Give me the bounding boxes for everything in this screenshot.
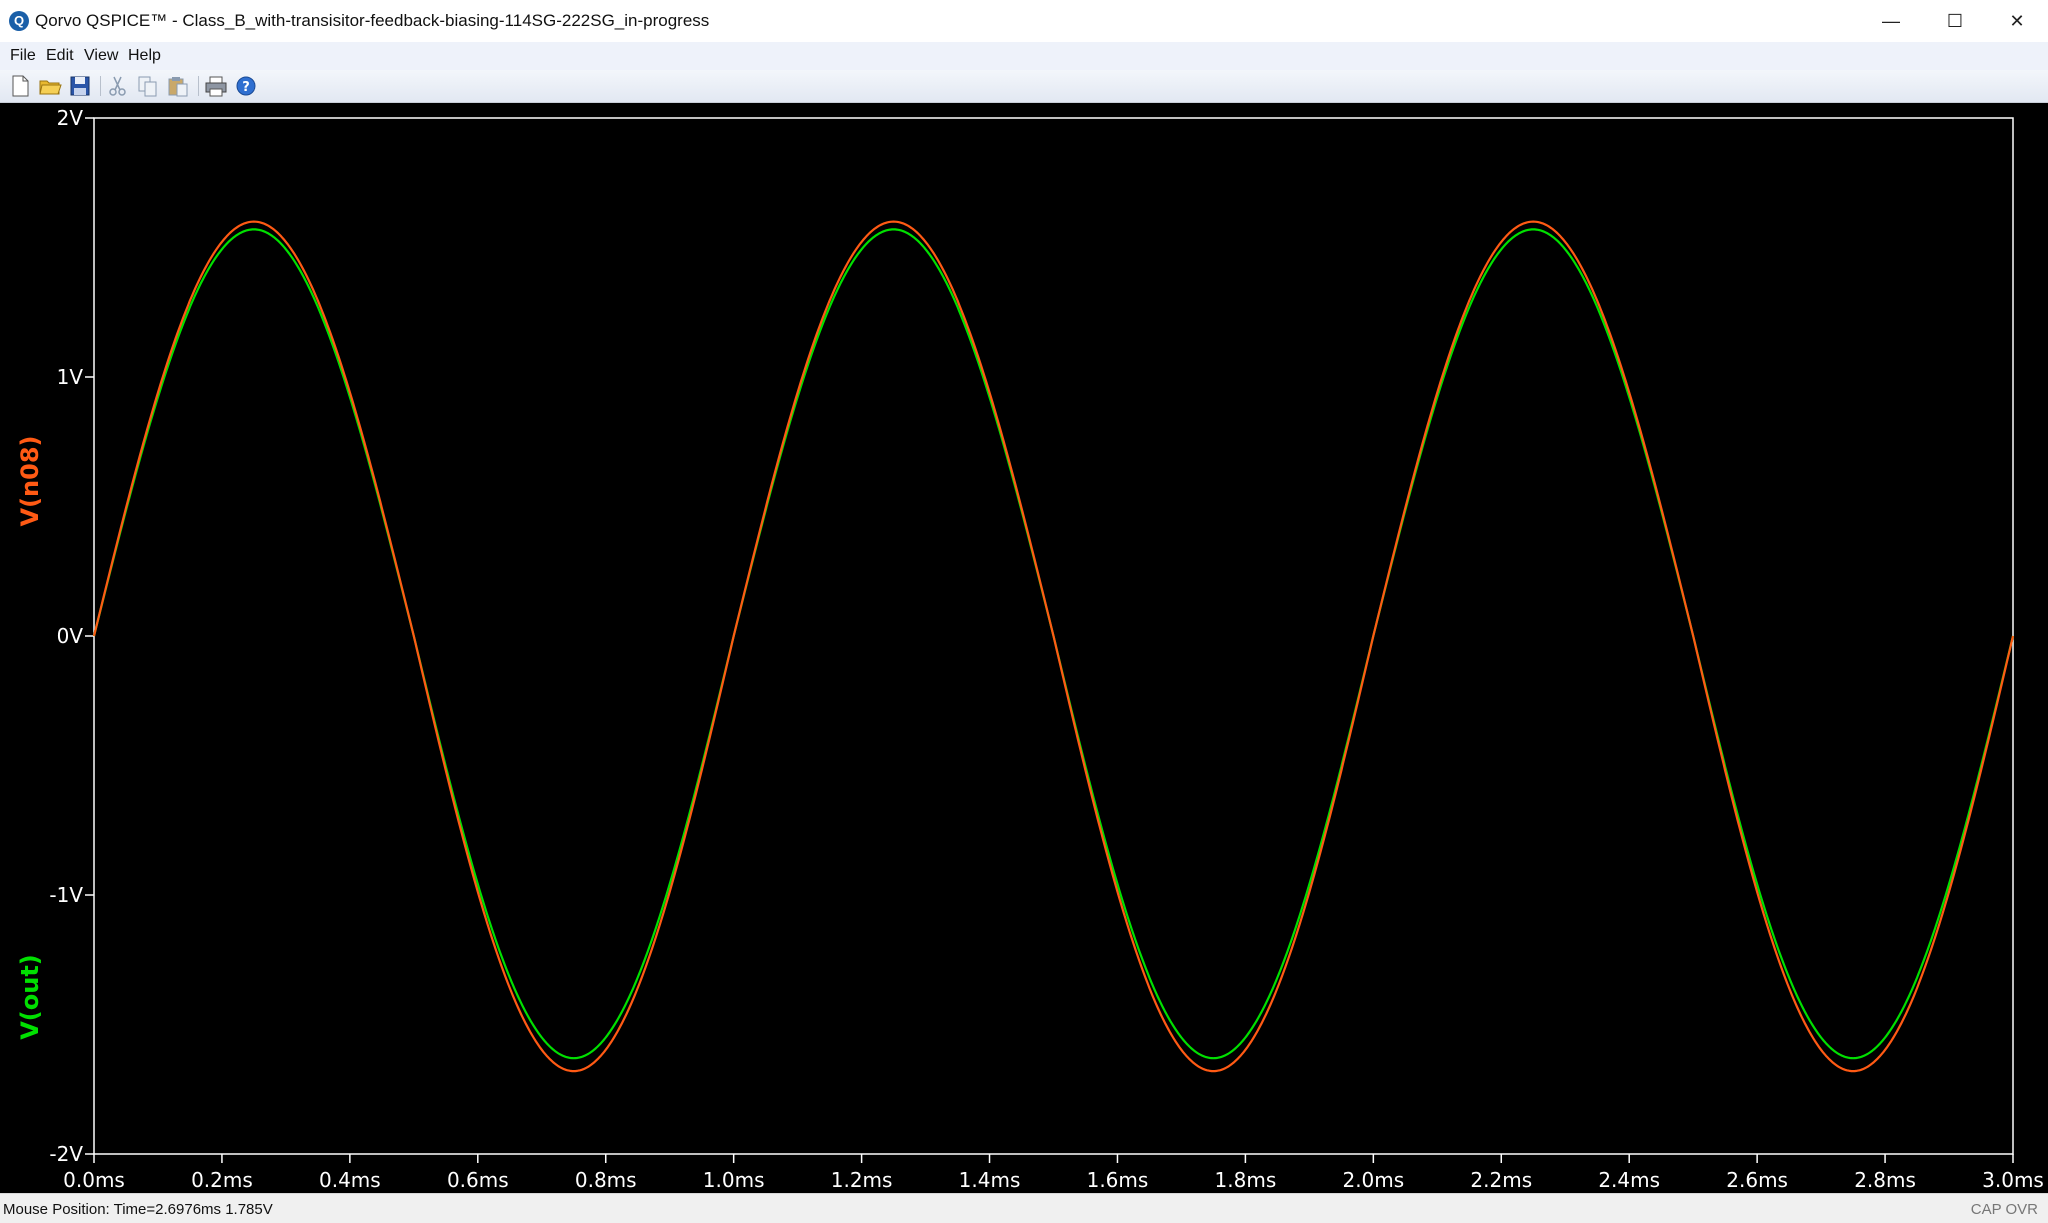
x-tick-label: 2.0ms <box>1342 1168 1404 1192</box>
x-tick-label: 2.4ms <box>1598 1168 1660 1192</box>
x-tick-label: 1.8ms <box>1215 1168 1277 1192</box>
x-tick-label: 0.8ms <box>575 1168 637 1192</box>
y-tick-label: 1V <box>57 365 84 389</box>
mouse-position-readout: Mouse Position: Time=2.6976ms 1.785V <box>3 1201 273 1218</box>
x-tick-label: 1.0ms <box>703 1168 765 1192</box>
copy-icon[interactable] <box>136 74 160 98</box>
y-tick-label: -2V <box>49 1142 83 1166</box>
maximize-button[interactable]: ☐ <box>1924 0 1986 42</box>
y-tick-label: -1V <box>49 883 83 907</box>
x-tick-label: 0.2ms <box>191 1168 253 1192</box>
x-tick-label: 2.8ms <box>1854 1168 1916 1192</box>
window-title: Qorvo QSPICE™ - Class_B_with-transisitor… <box>35 11 710 30</box>
svg-text:?: ? <box>242 80 250 95</box>
waveform-plot[interactable]: 2V 1V 0V -1V -2V 0.0ms 0.2ms 0.4ms 0.6ms 0.8ms 1.… <box>0 103 2048 1193</box>
x-tick-label: 0.0ms <box>63 1168 125 1192</box>
trace-vn08 <box>92 220 2015 1073</box>
save-icon[interactable] <box>68 74 92 98</box>
trace-label-vn08[interactable]: V(n08) <box>16 436 44 527</box>
trace-label-vout[interactable]: V(out) <box>16 954 44 1040</box>
qspice-logo-icon: Q <box>9 11 29 31</box>
x-tick-label: 1.6ms <box>1087 1168 1149 1192</box>
x-tick-label: 0.6ms <box>447 1168 509 1192</box>
y-tick-label: 0V <box>57 624 84 648</box>
keyboard-indicators: CAP OVR <box>1970 1201 2038 1218</box>
minimize-button[interactable]: — <box>1860 0 1922 42</box>
cut-icon[interactable] <box>106 74 130 98</box>
x-tick-label: 1.2ms <box>831 1168 893 1192</box>
menu-edit[interactable]: Edit <box>46 47 74 65</box>
x-tick-label: 3.0ms <box>1982 1168 2044 1192</box>
menu-help[interactable]: Help <box>128 47 161 65</box>
waveform-chart: 2V 1V 0V -1V -2V 0.0ms 0.2ms 0.4ms 0.6ms 0.8ms 1.… <box>16 106 2044 1192</box>
new-document-icon[interactable] <box>8 74 32 98</box>
menu-file[interactable]: File <box>10 47 36 65</box>
y-tick-label: 2V <box>57 106 84 130</box>
paste-icon[interactable] <box>166 74 190 98</box>
trace-vout <box>92 228 2015 1060</box>
x-tick-label: 2.2ms <box>1470 1168 1532 1192</box>
toolbar-separator <box>100 76 101 96</box>
status-bar: Mouse Position: Time=2.6976ms 1.785V CAP… <box>0 1193 2048 1223</box>
help-icon[interactable]: ? <box>234 74 258 98</box>
x-tick-label: 0.4ms <box>319 1168 381 1192</box>
x-tick-label: 1.4ms <box>959 1168 1021 1192</box>
x-tick-label: 2.6ms <box>1726 1168 1788 1192</box>
open-folder-icon[interactable] <box>38 74 62 98</box>
toolbar: ? <box>0 70 2048 103</box>
menu-bar: File Edit View Help <box>0 42 2048 70</box>
toolbar-separator <box>198 76 199 96</box>
title-bar: Q Qorvo QSPICE™ - Class_B_with-transisit… <box>0 0 2048 43</box>
menu-view[interactable]: View <box>84 47 118 65</box>
close-button[interactable]: ✕ <box>1986 0 2048 42</box>
print-icon[interactable] <box>204 74 228 98</box>
